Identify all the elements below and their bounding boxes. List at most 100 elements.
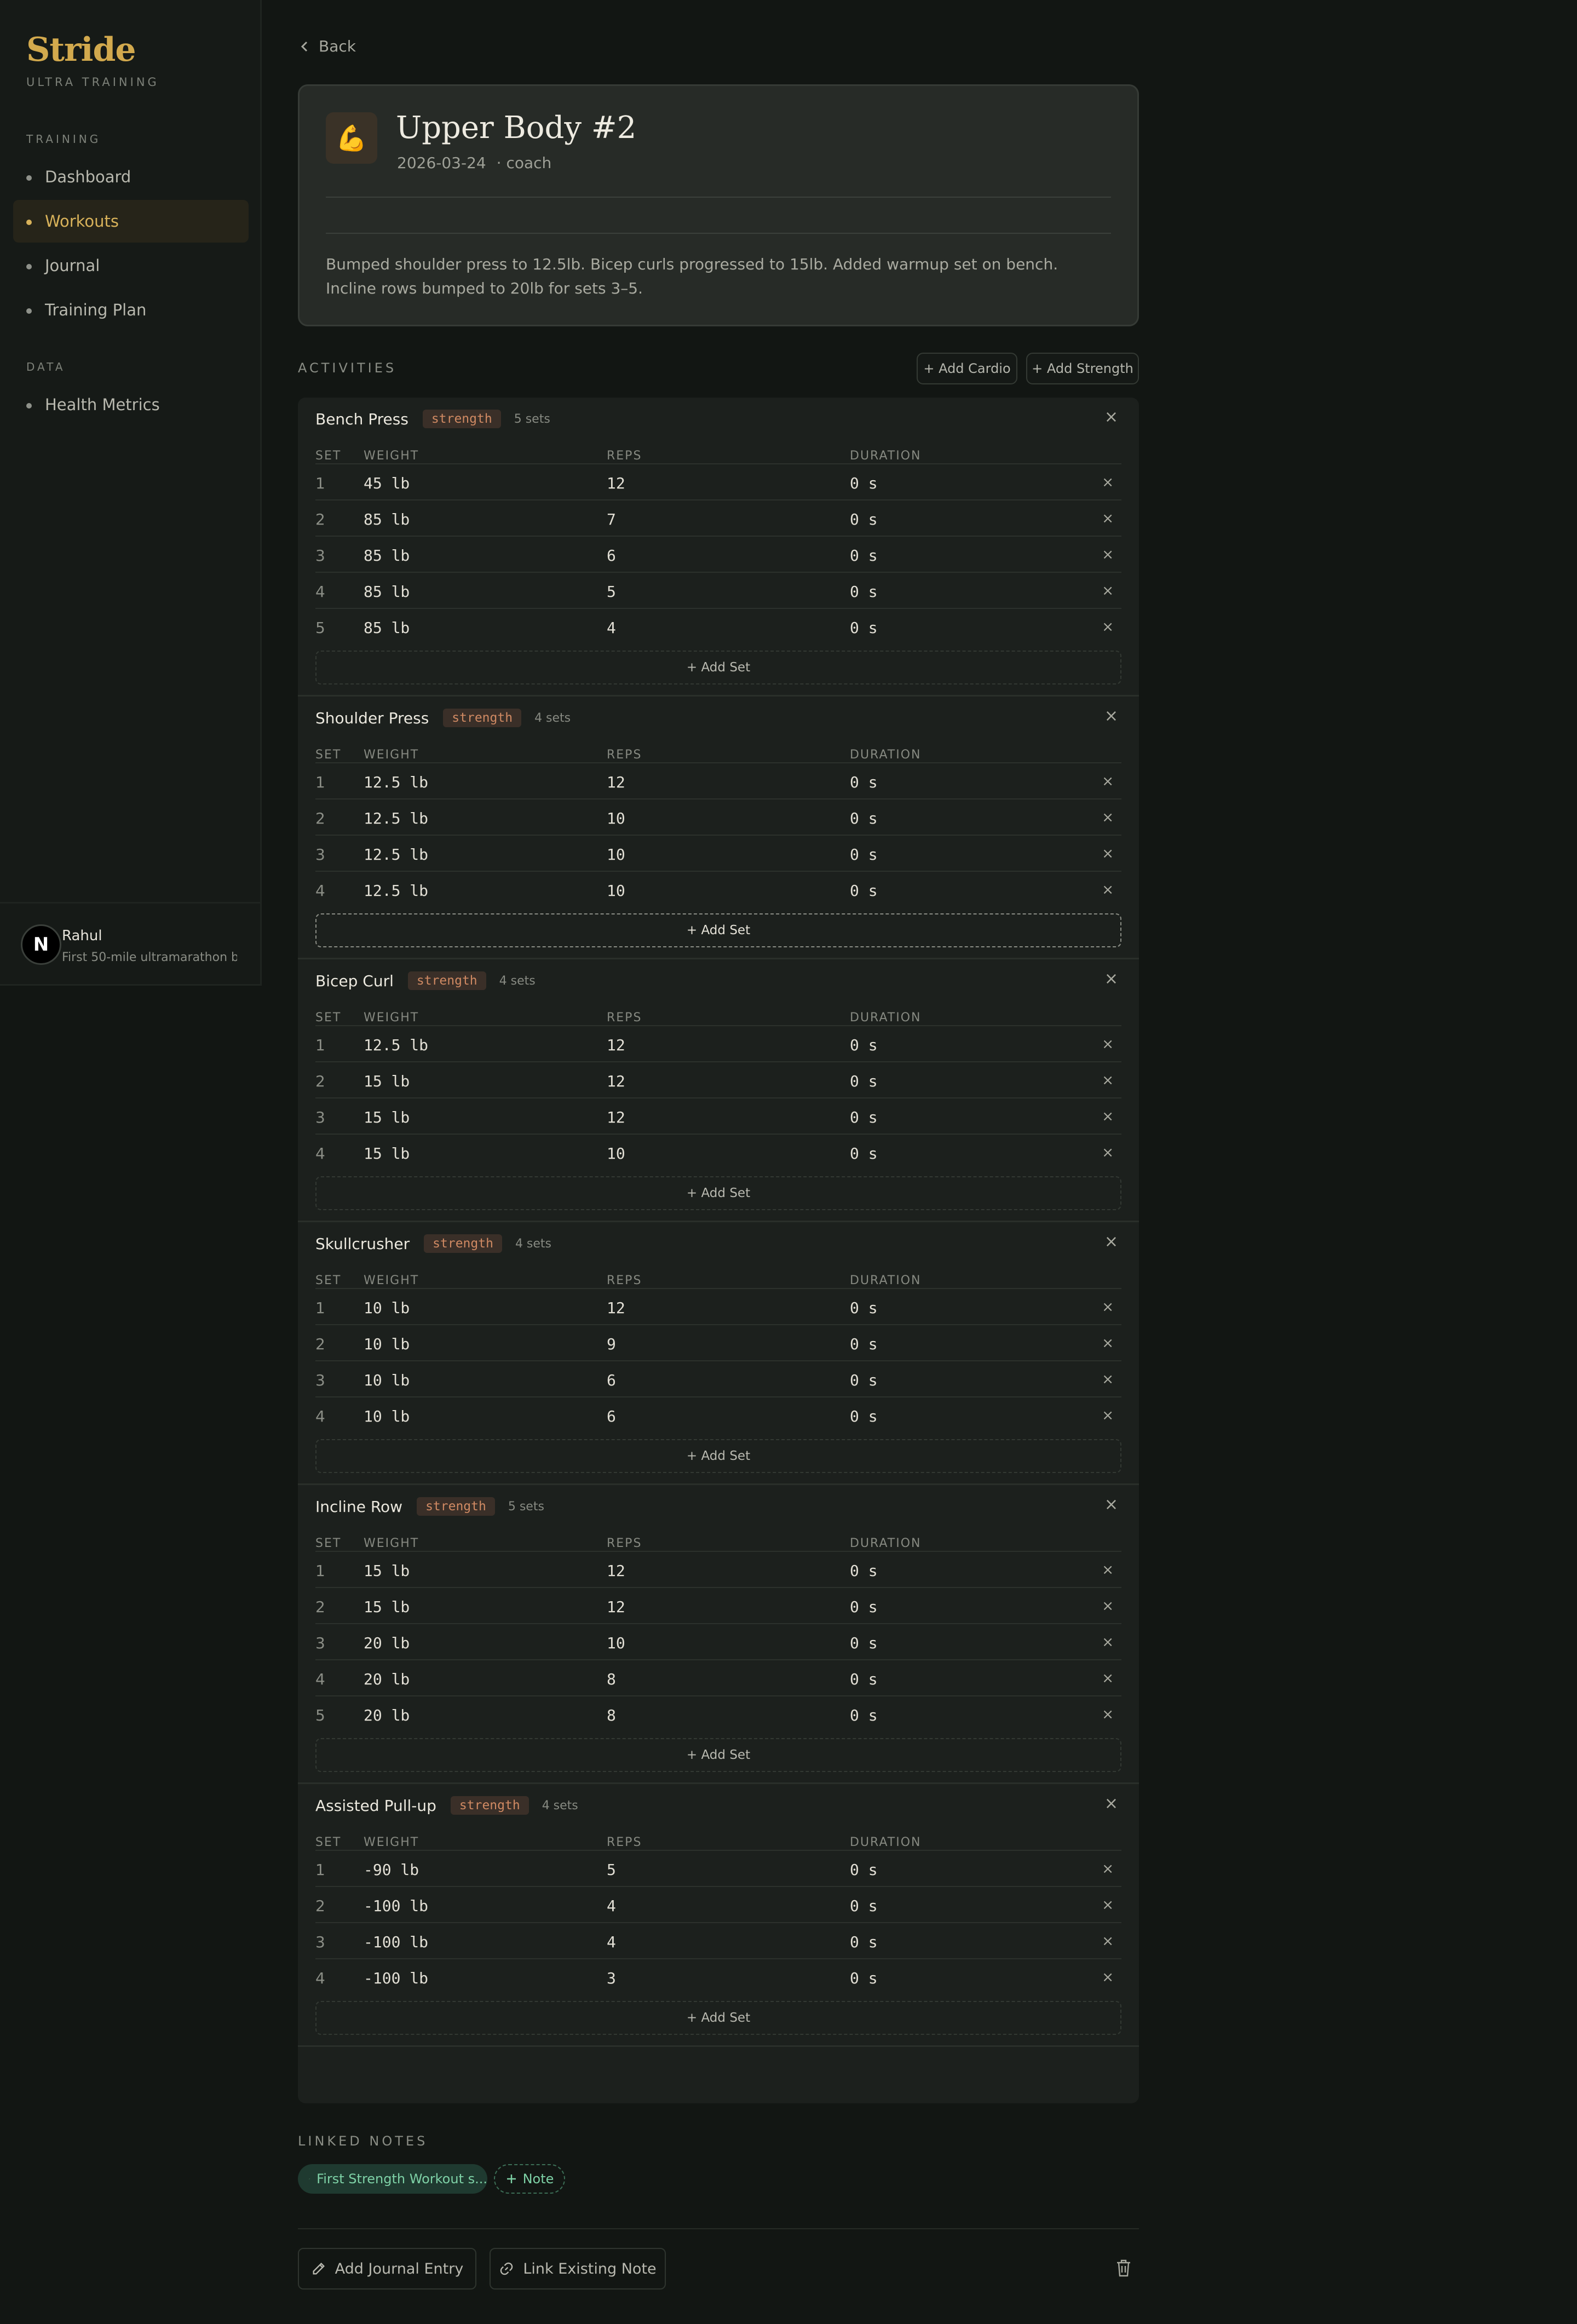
set-weight[interactable]: 85 lb — [364, 619, 410, 637]
set-reps[interactable]: 12 — [607, 1072, 625, 1090]
set-reps[interactable]: 3 — [607, 1969, 616, 1987]
remove-set-button[interactable]: × — [1102, 809, 1114, 826]
remove-set-button[interactable]: × — [1102, 773, 1114, 790]
set-duration[interactable]: 0 s — [850, 1933, 878, 1951]
set-reps[interactable]: 12 — [607, 1108, 625, 1126]
set-weight[interactable]: -100 lb — [364, 1933, 428, 1951]
add-set-button[interactable]: + Add Set — [315, 1738, 1121, 1772]
remove-set-button[interactable]: × — [1102, 1072, 1114, 1089]
remove-set-button[interactable]: × — [1102, 1861, 1114, 1877]
set-weight[interactable]: 15 lb — [364, 1562, 410, 1580]
set-weight[interactable]: 15 lb — [364, 1072, 410, 1090]
remove-activity-button[interactable]: × — [1104, 407, 1118, 427]
set-reps[interactable]: 12 — [607, 1036, 625, 1054]
remove-set-button[interactable]: × — [1102, 1562, 1114, 1578]
set-weight[interactable]: -100 lb — [364, 1969, 428, 1987]
set-reps[interactable]: 8 — [607, 1706, 616, 1724]
set-duration[interactable]: 0 s — [850, 1706, 878, 1724]
link-existing-note-button[interactable]: Link Existing Note — [490, 2248, 666, 2290]
trash-icon[interactable] — [1115, 2258, 1132, 2278]
sidebar-item-dashboard[interactable]: Dashboard — [13, 156, 249, 198]
set-duration[interactable]: 0 s — [850, 1897, 878, 1915]
remove-set-button[interactable]: × — [1102, 1634, 1114, 1650]
set-duration[interactable]: 0 s — [850, 1371, 878, 1389]
sidebar-item-journal[interactable]: Journal — [13, 244, 249, 287]
set-weight[interactable]: -100 lb — [364, 1897, 428, 1915]
set-reps[interactable]: 12 — [607, 1299, 625, 1317]
set-weight[interactable]: 20 lb — [364, 1634, 410, 1652]
set-weight[interactable]: 10 lb — [364, 1335, 410, 1353]
remove-set-button[interactable]: × — [1102, 1335, 1114, 1351]
remove-activity-button[interactable]: × — [1104, 1495, 1118, 1514]
set-weight[interactable]: 85 lb — [364, 583, 410, 601]
set-duration[interactable]: 0 s — [850, 1144, 878, 1163]
set-duration[interactable]: 0 s — [850, 583, 878, 601]
remove-set-button[interactable]: × — [1102, 1706, 1114, 1723]
set-reps[interactable]: 12 — [607, 1562, 625, 1580]
set-reps[interactable]: 4 — [607, 1933, 616, 1951]
sidebar-item-health-metrics[interactable]: Health Metrics — [13, 383, 249, 426]
sidebar-item-workouts[interactable]: Workouts — [13, 200, 249, 243]
set-duration[interactable]: 0 s — [850, 474, 878, 492]
set-reps[interactable]: 6 — [607, 1407, 616, 1425]
set-reps[interactable]: 10 — [607, 882, 625, 900]
remove-set-button[interactable]: × — [1102, 474, 1114, 491]
remove-set-button[interactable]: × — [1102, 1897, 1114, 1913]
set-duration[interactable]: 0 s — [850, 773, 878, 791]
set-duration[interactable]: 0 s — [850, 1108, 878, 1126]
set-reps[interactable]: 10 — [607, 1634, 625, 1652]
set-weight[interactable]: 10 lb — [364, 1299, 410, 1317]
set-reps[interactable]: 10 — [607, 809, 625, 827]
set-reps[interactable]: 7 — [607, 510, 616, 528]
set-duration[interactable]: 0 s — [850, 1969, 878, 1987]
set-reps[interactable]: 4 — [607, 1897, 616, 1915]
set-weight[interactable]: 12.5 lb — [364, 882, 428, 900]
set-duration[interactable]: 0 s — [850, 882, 878, 900]
set-duration[interactable]: 0 s — [850, 1299, 878, 1317]
remove-set-button[interactable]: × — [1102, 1598, 1114, 1614]
set-weight[interactable]: -90 lb — [364, 1861, 419, 1879]
set-duration[interactable]: 0 s — [850, 1335, 878, 1353]
set-duration[interactable]: 0 s — [850, 1036, 878, 1054]
add-set-button[interactable]: + Add Set — [315, 2001, 1121, 2035]
add-journal-entry-button[interactable]: Add Journal Entry — [298, 2248, 476, 2290]
set-reps[interactable]: 5 — [607, 1861, 616, 1879]
remove-set-button[interactable]: × — [1102, 1933, 1114, 1949]
set-reps[interactable]: 12 — [607, 1598, 625, 1616]
set-duration[interactable]: 0 s — [850, 1598, 878, 1616]
remove-set-button[interactable]: × — [1102, 510, 1114, 527]
set-weight[interactable]: 15 lb — [364, 1144, 410, 1163]
user-profile[interactable]: N Rahul First 50-mile ultramarathon by .… — [0, 902, 260, 984]
remove-set-button[interactable]: × — [1102, 1108, 1114, 1125]
add-set-button[interactable]: + Add Set — [315, 651, 1121, 684]
remove-set-button[interactable]: × — [1102, 547, 1114, 563]
add-set-button[interactable]: + Add Set — [315, 1439, 1121, 1473]
set-weight[interactable]: 10 lb — [364, 1407, 410, 1425]
remove-set-button[interactable]: × — [1102, 583, 1114, 599]
set-duration[interactable]: 0 s — [850, 1072, 878, 1090]
set-duration[interactable]: 0 s — [850, 1407, 878, 1425]
set-duration[interactable]: 0 s — [850, 1562, 878, 1580]
set-reps[interactable]: 4 — [607, 619, 616, 637]
linked-note-chip[interactable]: First Strength Workout s... — [298, 2164, 487, 2194]
set-reps[interactable]: 9 — [607, 1335, 616, 1353]
set-reps[interactable]: 10 — [607, 845, 625, 864]
add-cardio-button[interactable]: + Add Cardio — [917, 353, 1017, 384]
set-duration[interactable]: 0 s — [850, 547, 878, 565]
set-weight[interactable]: 15 lb — [364, 1598, 410, 1616]
remove-set-button[interactable]: × — [1102, 619, 1114, 635]
set-weight[interactable]: 20 lb — [364, 1706, 410, 1724]
remove-activity-button[interactable]: × — [1104, 969, 1118, 988]
set-duration[interactable]: 0 s — [850, 845, 878, 864]
set-weight[interactable]: 12.5 lb — [364, 773, 428, 791]
set-duration[interactable]: 0 s — [850, 809, 878, 827]
remove-set-button[interactable]: × — [1102, 1299, 1114, 1315]
remove-set-button[interactable]: × — [1102, 1670, 1114, 1687]
set-weight[interactable]: 12.5 lb — [364, 845, 428, 864]
remove-set-button[interactable]: × — [1102, 845, 1114, 862]
set-reps[interactable]: 8 — [607, 1670, 616, 1688]
set-duration[interactable]: 0 s — [850, 1634, 878, 1652]
set-weight[interactable]: 85 lb — [364, 547, 410, 565]
sidebar-item-training-plan[interactable]: Training Plan — [13, 289, 249, 331]
set-reps[interactable]: 5 — [607, 583, 616, 601]
